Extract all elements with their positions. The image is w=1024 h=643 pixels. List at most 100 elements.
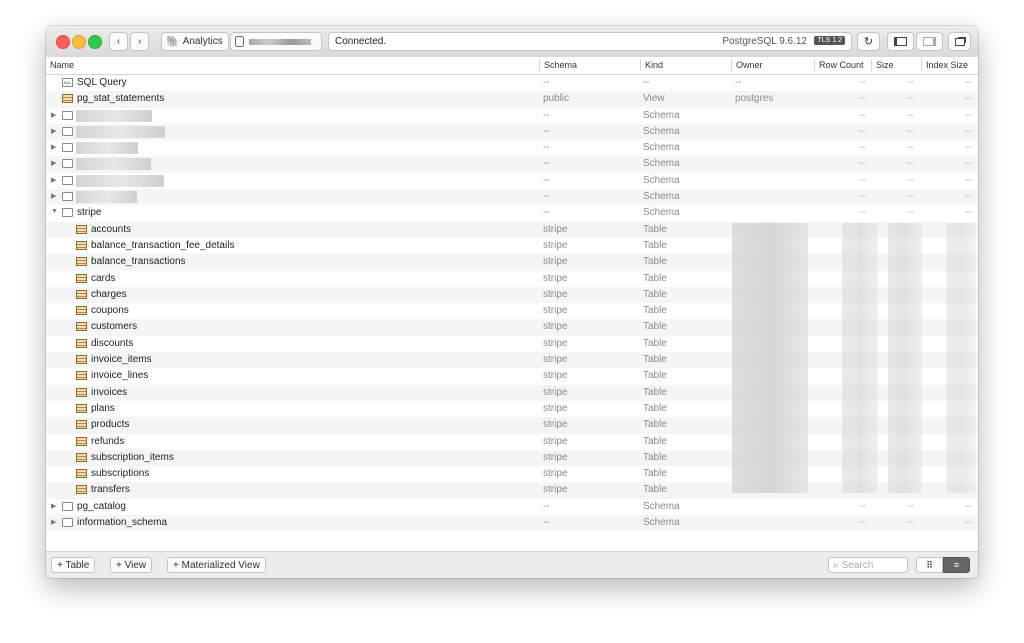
column-owner[interactable]: Owner <box>736 60 763 70</box>
minimize-window-button[interactable] <box>72 35 86 49</box>
size-cell: -- <box>907 158 914 170</box>
redacted-name <box>76 191 137 204</box>
table-row[interactable]: customers stripe Table <box>46 319 978 336</box>
table-row[interactable]: cards stripe Table <box>46 271 978 287</box>
folder-icon <box>62 208 73 218</box>
column-name[interactable]: Name <box>50 60 74 70</box>
size-cell: -- <box>907 191 914 203</box>
zoom-window-button[interactable] <box>88 35 102 49</box>
size-cell: -- <box>907 93 914 105</box>
column-index-size[interactable]: Index Size <box>926 60 968 70</box>
list-view-button[interactable]: ≡ <box>943 557 970 573</box>
disclosure-collapsed-icon[interactable]: ▶ <box>51 176 56 184</box>
table-row[interactable]: balance_transaction_fee_details stripe Tab… <box>46 238 978 254</box>
list-item[interactable]: ▶ -- Schema -- -- -- <box>46 156 978 173</box>
column-row-count[interactable]: Row Count <box>819 60 864 70</box>
folder-icon <box>62 110 73 120</box>
chevron-right-icon: › <box>137 36 142 47</box>
schema-cell: public <box>543 93 570 105</box>
table-icon <box>76 273 87 283</box>
disclosure-collapsed-icon[interactable]: ▶ <box>51 111 56 119</box>
row-count-cell: -- <box>859 125 866 137</box>
object-name: products <box>91 419 130 431</box>
table-row[interactable]: coupons stripe Table <box>46 303 978 319</box>
table-row[interactable]: balance_transactions stripe Table <box>46 254 978 271</box>
list-item[interactable]: ▶ -- Schema -- -- -- <box>46 140 978 156</box>
object-name: discounts <box>91 337 134 349</box>
object-name: accounts <box>91 223 132 235</box>
search-placeholder: Search <box>841 559 874 571</box>
close-window-button[interactable] <box>56 35 70 49</box>
disclosure-collapsed-icon[interactable]: ▶ <box>51 143 56 151</box>
kind-cell: -- <box>643 77 650 88</box>
sql-icon: SQL <box>62 78 73 87</box>
list-item[interactable]: ▼ stripe -- Schema -- -- -- <box>46 205 978 221</box>
row-count-cell: -- <box>859 93 866 105</box>
search-field[interactable]: ⌕ Search <box>828 557 908 573</box>
list-item[interactable]: pg_stat_statements public View postgres -- --… <box>46 91 978 108</box>
schema-cell: stripe <box>543 272 568 284</box>
list-item[interactable]: ▶ -- Schema -- -- -- <box>46 173 978 189</box>
schema-cell: stripe <box>543 419 568 431</box>
table-row[interactable]: subscription_items stripe Table <box>46 449 978 467</box>
disclosure-collapsed-icon[interactable]: ▶ <box>51 518 56 526</box>
add-table-button[interactable]: + Table <box>51 557 96 573</box>
forward-button[interactable]: › <box>130 32 149 51</box>
list-item[interactable]: ▶ information_schema -- Schema -- -- -- <box>46 515 978 532</box>
row-count-cell: -- <box>859 207 866 219</box>
table-row[interactable]: accounts stripe Table <box>46 221 978 238</box>
list-item[interactable]: SQL SQL Query -- -- -- -- -- -- <box>46 75 978 91</box>
disclosure-expanded-icon[interactable]: ▼ <box>51 208 58 215</box>
schema-cell: stripe <box>543 321 568 333</box>
grid-view-button[interactable]: ⠿ <box>916 557 943 573</box>
schema-cell: stripe <box>543 288 568 300</box>
row-count-cell: -- <box>859 142 866 154</box>
table-icon <box>76 322 87 332</box>
object-name: pg_stat_statements <box>77 93 165 105</box>
disclosure-collapsed-icon[interactable]: ▶ <box>51 159 56 167</box>
disclosure-collapsed-icon[interactable]: ▶ <box>51 502 56 510</box>
table-row[interactable]: refunds stripe Table <box>46 434 978 450</box>
disclosure-collapsed-icon[interactable]: ▶ <box>51 127 56 135</box>
kind-cell: Schema <box>643 517 680 529</box>
list-item[interactable]: ▶ -- Schema -- -- -- <box>46 123 978 141</box>
column-size[interactable]: Size <box>876 60 894 70</box>
table-row[interactable]: products stripe Table <box>46 417 978 434</box>
table-row[interactable]: invoice_items stripe Table <box>46 352 978 369</box>
new-window-button[interactable] <box>948 32 971 51</box>
add-view-button[interactable]: + View <box>110 557 153 573</box>
title-bar: ‹ › 🐘 Analytics Connected. PostgreSQL 9.… <box>46 26 978 58</box>
redacted-index-size-column <box>946 223 976 493</box>
table-row[interactable]: subscriptions stripe Table <box>46 466 978 482</box>
kind-cell: Table <box>643 305 667 317</box>
table-row[interactable]: invoices stripe Table <box>46 384 978 401</box>
table-row[interactable]: transfers stripe Table <box>46 482 978 499</box>
column-schema[interactable]: Schema <box>544 60 577 70</box>
schema-cell: -- <box>543 158 550 170</box>
kind-cell: Schema <box>643 191 680 203</box>
table-row[interactable]: invoice_lines stripe Table <box>46 368 978 384</box>
back-button[interactable]: ‹ <box>109 32 128 51</box>
object-name: refunds <box>91 435 125 447</box>
table-icon <box>76 371 87 381</box>
list-item[interactable]: ▶ -- Schema -- -- -- <box>46 189 978 206</box>
schema-cell: stripe <box>543 305 568 317</box>
redacted-owner-column <box>732 223 808 493</box>
add-materialized-view-button[interactable]: + Materialized View <box>167 557 266 573</box>
table-icon <box>76 469 87 479</box>
table-row[interactable]: plans stripe Table <box>46 401 978 417</box>
table-row[interactable]: discounts stripe Table <box>46 336 978 352</box>
toggle-sidebar-button[interactable] <box>887 32 914 51</box>
disclosure-collapsed-icon[interactable]: ▶ <box>51 192 56 200</box>
list-item[interactable]: ▶ pg_catalog -- Schema -- -- -- <box>46 499 978 515</box>
toggle-inspector-button[interactable] <box>916 32 943 51</box>
table-row[interactable]: charges stripe Table <box>46 286 978 304</box>
list-item[interactable]: ▶ -- Schema -- -- -- <box>46 108 978 124</box>
database-selector[interactable] <box>230 32 322 51</box>
schema-cell: -- <box>543 517 550 529</box>
column-kind[interactable]: Kind <box>645 60 663 70</box>
connection-button[interactable]: 🐘 Analytics <box>161 32 229 51</box>
index-size-cell: -- <box>965 174 972 186</box>
refresh-button[interactable]: ↻ <box>857 32 880 51</box>
list-icon: ≡ <box>953 560 960 570</box>
